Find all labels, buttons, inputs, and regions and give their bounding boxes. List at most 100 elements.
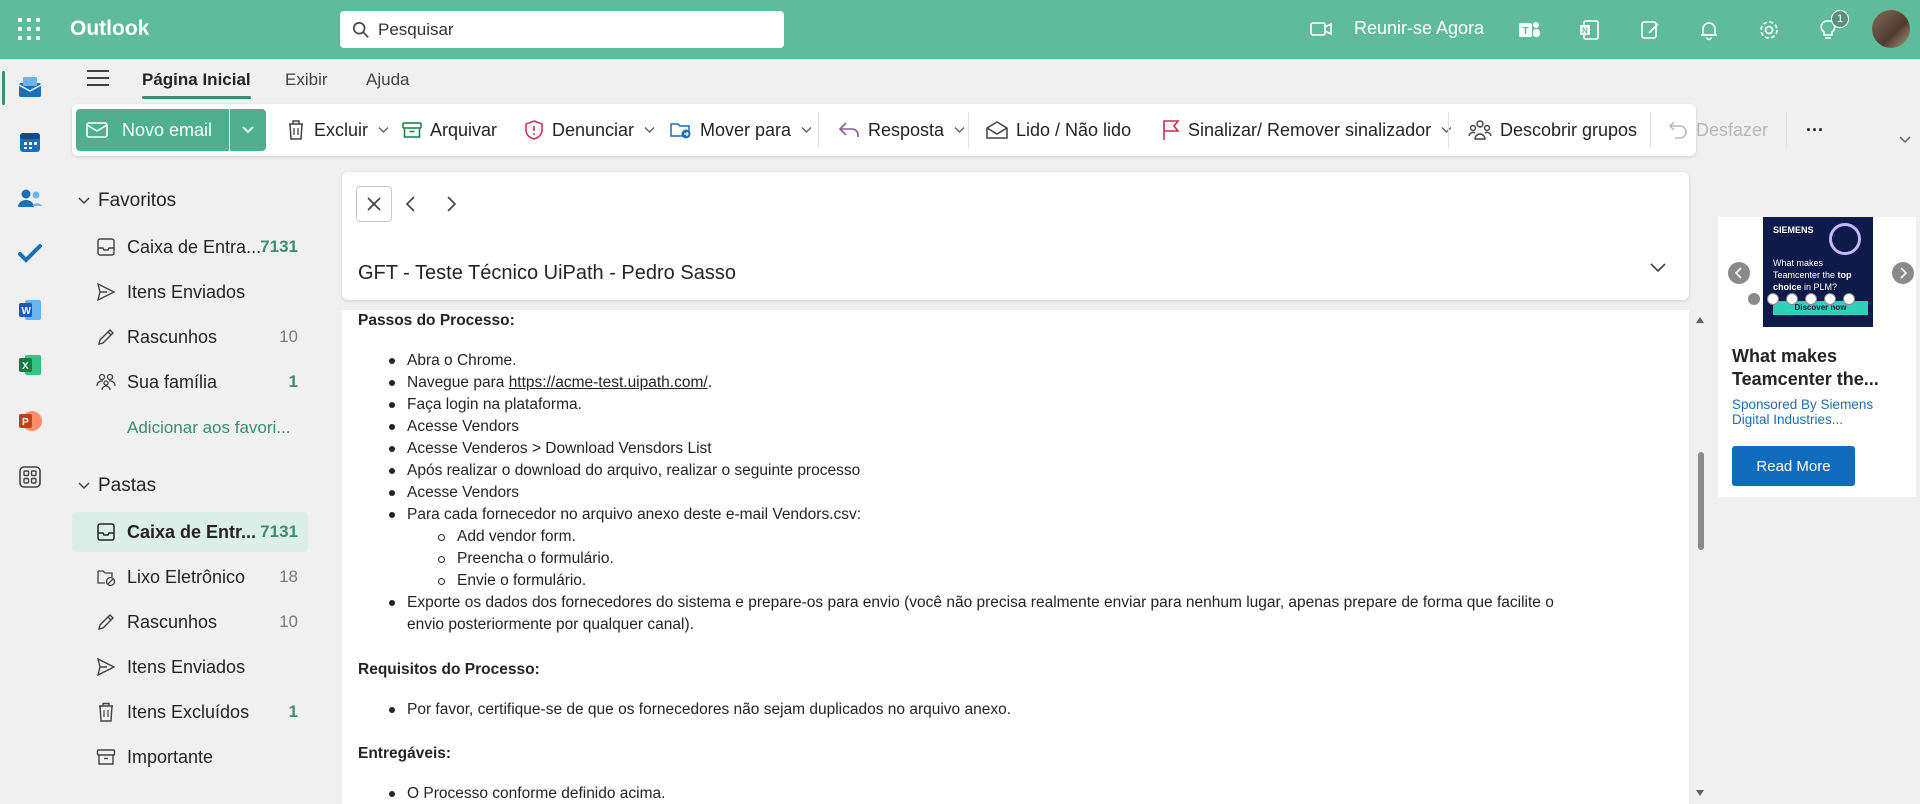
reply-button[interactable]: Resposta [838,112,965,148]
app-rail: W X P [0,59,62,804]
carousel-dot[interactable] [1824,293,1836,305]
family-group-icon [96,373,116,391]
scroll-down-arrow-icon[interactable] [1696,790,1704,796]
top-bar: Outlook Reunir-se Agora T N 1 [0,0,1920,59]
powerpoint-icon[interactable]: P [16,407,44,435]
folder-item-deleted[interactable]: Itens Excluídos 1 [72,692,308,732]
chevron-down-icon[interactable] [1649,262,1667,274]
read-unread-button[interactable]: Lido / Não lido [986,112,1131,148]
list-item: Acesse Vendors [407,418,520,435]
teams-icon[interactable]: T [1515,16,1543,44]
scroll-up-arrow-icon[interactable] [1696,317,1704,323]
folder-move-icon [670,123,691,139]
list-bullet [389,468,395,474]
envelope-open-icon [986,121,1008,139]
move-to-button[interactable]: Mover para [670,112,812,148]
list-bullet [389,707,395,713]
folder-item-family[interactable]: Sua família 1 [72,362,308,402]
delete-button[interactable]: Excluir [286,112,389,148]
folder-item-inbox-favorite[interactable]: Caixa de Entra... 7131 [72,227,308,267]
folder-item-drafts-favorite[interactable]: Rascunhos 10 [72,317,308,357]
scrollbar-thumb[interactable] [1698,452,1704,550]
message-scrollbar[interactable] [1693,310,1707,804]
meet-now-button[interactable]: Reunir-se Agora [1310,18,1484,39]
acme-link[interactable]: https://acme-test.uipath.com/ [509,374,708,391]
my-day-icon[interactable] [1636,16,1664,44]
onenote-icon[interactable]: N [1575,16,1603,44]
chevron-down-icon[interactable] [1441,126,1452,134]
ad-title[interactable]: What makes Teamcenter the... [1732,345,1912,391]
pencil-icon [98,329,114,345]
tab-help[interactable]: Ajuda [366,70,409,90]
ad-image[interactable]: SIEMENS What makes Teamcenter the top ch… [1763,217,1873,327]
new-mail-button[interactable]: Novo email [76,109,229,151]
add-to-favorites-link[interactable]: Adicionar aos favori... [127,418,290,438]
calendar-icon[interactable] [16,128,44,156]
app-launcher-icon[interactable] [18,18,40,40]
more-options-button[interactable]: ··· [1806,112,1824,148]
people-icon[interactable] [16,184,44,212]
undo-icon [1668,121,1687,139]
more-apps-icon[interactable] [16,463,44,491]
list-item: Abra o Chrome. [407,352,517,369]
close-button[interactable] [356,186,392,222]
report-button[interactable]: Denunciar [524,112,655,148]
chevron-down-icon[interactable] [954,126,965,134]
trash-icon [99,702,113,722]
chevron-down-icon[interactable] [801,126,812,134]
toolbar-divider [968,112,969,148]
app-title[interactable]: Outlook [70,17,149,41]
settings-gear-icon[interactable] [1755,16,1783,44]
folder-label: Caixa de Entr... [127,522,257,542]
tab-view[interactable]: Exibir [285,70,328,90]
trash-icon [289,120,303,140]
ad-read-more-button[interactable]: Read More [1732,446,1855,486]
folder-item-junk[interactable]: Lixo Eletrônico 18 [72,557,308,597]
navigation-menu-icon[interactable] [87,70,109,88]
excel-icon[interactable]: X [16,351,44,379]
search-box[interactable] [340,11,784,48]
carousel-dot[interactable] [1786,293,1798,305]
user-avatar[interactable] [1872,10,1910,48]
chevron-down-icon[interactable] [644,126,655,134]
folder-item-important[interactable]: Importante [72,737,308,777]
favorites-title: Favoritos [98,190,177,211]
ad-brand: SIEMENS [1773,225,1814,235]
notifications-bell-icon[interactable] [1695,16,1723,44]
sublist-bullet [438,556,445,563]
new-mail-dropdown[interactable] [230,109,266,151]
rail-selection-indicator [2,71,5,105]
next-message-icon[interactable] [444,194,458,214]
mail-icon[interactable] [16,73,44,101]
folder-item-sent[interactable]: Itens Enviados [72,647,308,687]
favorites-header[interactable]: Favoritos [78,190,176,212]
folder-item-drafts[interactable]: Rascunhos 10 [72,602,308,642]
sublist-bullet [438,534,445,541]
folders-header[interactable]: Pastas [78,475,156,497]
carousel-dot[interactable] [1843,293,1855,305]
chevron-down-icon[interactable] [1898,135,1912,145]
carousel-dot[interactable] [1805,293,1817,305]
carousel-dot[interactable] [1767,293,1779,305]
flag-button[interactable]: Sinalizar/ Remover sinalizador [1162,112,1452,148]
chevron-down-icon[interactable] [378,126,389,134]
todo-icon[interactable] [16,240,44,268]
list-item: Após realizar o download do arquivo, rea… [407,462,861,479]
carousel-dot[interactable] [1748,293,1760,305]
ad-next-arrow[interactable] [1892,262,1914,284]
undo-button[interactable]: Desfazer [1668,112,1768,148]
word-icon[interactable]: W [16,296,44,324]
search-input[interactable] [378,19,758,40]
archive-button[interactable]: Arquivar [402,112,497,148]
discover-groups-button[interactable]: Descobrir grupos [1468,112,1637,148]
send-icon [96,657,116,677]
ad-previous-arrow[interactable] [1728,262,1750,284]
folder-item-sent-favorite[interactable]: Itens Enviados [72,272,308,312]
delete-label: Excluir [314,119,369,140]
folder-item-inbox[interactable]: Caixa de Entr... 7131 [72,512,308,552]
reply-label: Resposta [868,119,945,140]
junk-folder-icon [97,570,116,587]
ad-sponsor[interactable]: Sponsored By Siemens Digital Industries.… [1732,397,1907,427]
previous-message-icon[interactable] [404,194,418,214]
tab-home[interactable]: Página Inicial [142,70,251,99]
